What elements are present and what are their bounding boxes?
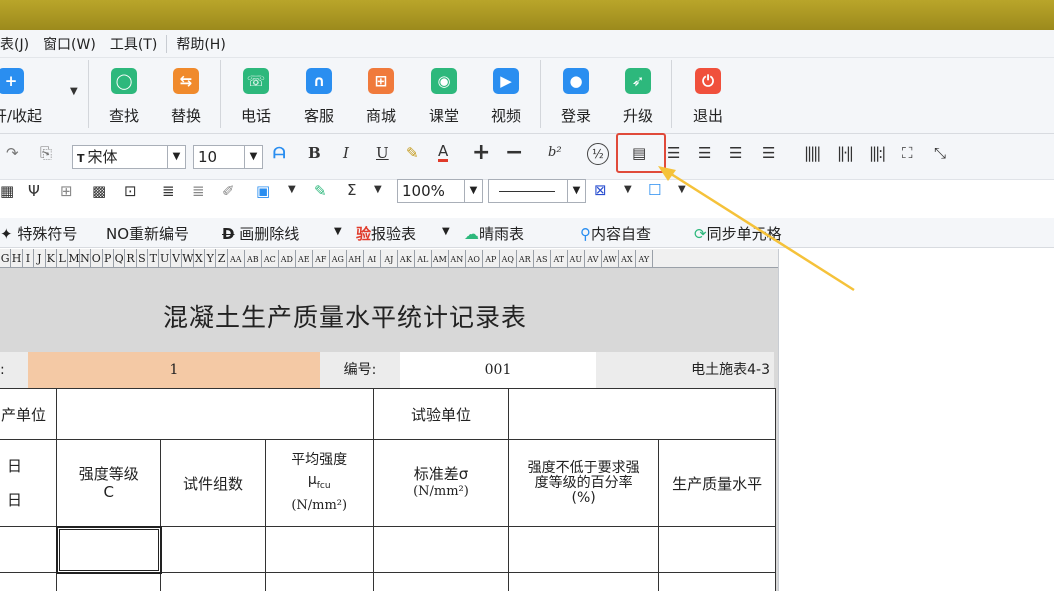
arrow-head — [658, 166, 676, 181]
annotation-arrow — [658, 166, 855, 292]
arrow-line — [667, 170, 855, 292]
